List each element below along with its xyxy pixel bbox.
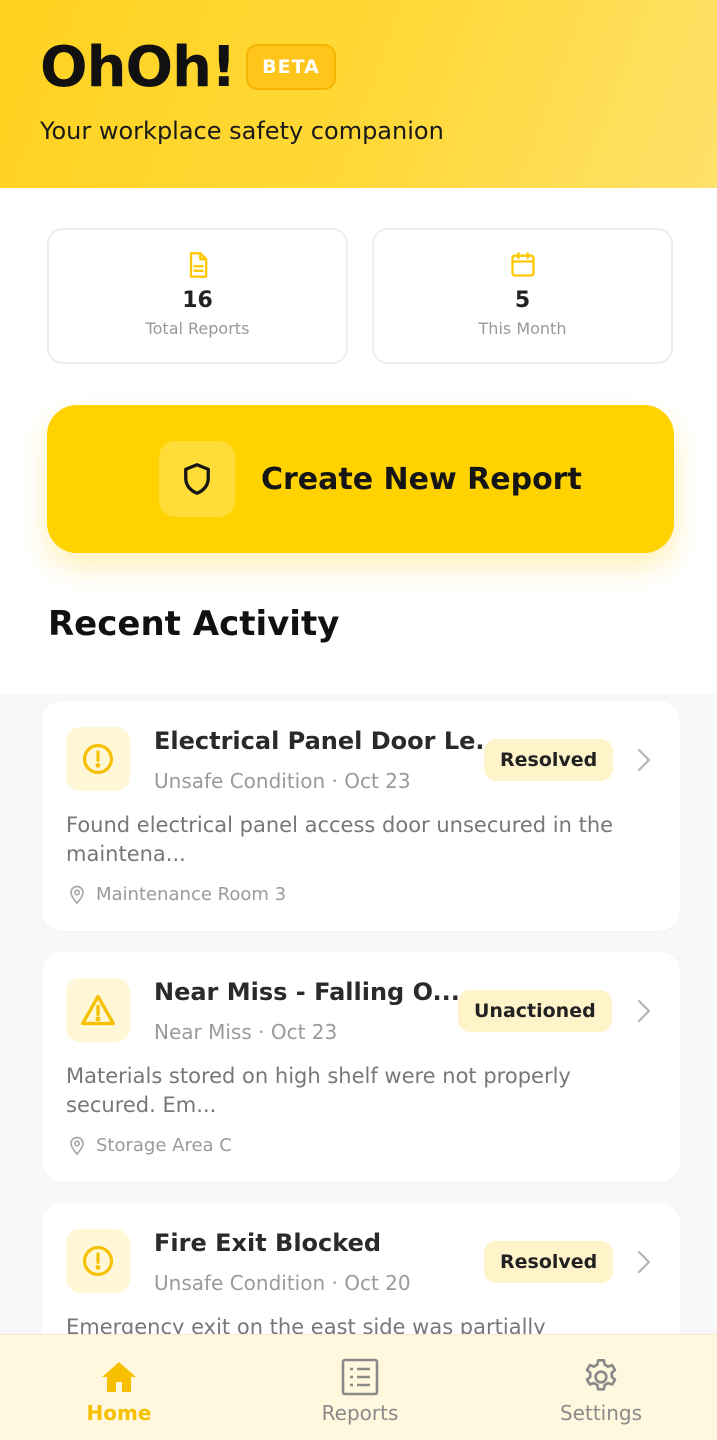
- alert-circle-icon: [82, 1245, 114, 1277]
- nav-label: Settings: [559, 1401, 643, 1425]
- stat-card-this-month[interactable]: 5 This Month: [372, 228, 673, 364]
- location-pin-icon: [70, 1136, 84, 1156]
- activity-title: Fire Exit Blocked: [154, 1229, 382, 1257]
- stat-label: Total Reports: [145, 319, 250, 338]
- beta-badge: BETA: [246, 44, 336, 90]
- alert-circle-icon: [82, 743, 114, 775]
- recent-activity-title: Recent Activity: [48, 604, 340, 644]
- shield-icon: [184, 463, 210, 495]
- type-icon-box: [66, 727, 130, 791]
- list-icon: [341, 1358, 379, 1396]
- home-icon: [102, 1362, 136, 1392]
- chevron-right-icon: [637, 999, 651, 1023]
- app-header: OhOh! BETA Your workplace safety compani…: [0, 0, 717, 188]
- location-text: Storage Area C: [96, 1134, 232, 1156]
- stat-card-total-reports[interactable]: 16 Total Reports: [47, 228, 348, 364]
- gear-icon: [585, 1359, 617, 1391]
- create-icon-box: [159, 441, 235, 517]
- location-pin-icon: [70, 885, 84, 905]
- status-badge: Unactioned: [458, 990, 612, 1032]
- warning-triangle-icon: [81, 994, 115, 1026]
- activity-meta: Unsafe Condition · Oct 23: [154, 769, 411, 793]
- create-button-label: Create New Report: [261, 461, 582, 497]
- bottom-nav: Home Reports Settings: [0, 1334, 717, 1440]
- nav-home[interactable]: Home: [19, 1335, 219, 1440]
- nav-label: Home: [86, 1401, 152, 1425]
- status-badge: Resolved: [484, 1241, 614, 1283]
- activity-card[interactable]: Electrical Panel Door Le... Unsafe Condi…: [42, 701, 680, 931]
- calendar-icon: [510, 252, 535, 277]
- chevron-right-icon: [637, 748, 651, 772]
- app-title: OhOh!: [40, 35, 236, 100]
- activity-title: Near Miss - Falling O...: [154, 978, 460, 1006]
- app-subtitle: Your workplace safety companion: [40, 117, 444, 145]
- activity-description: Materials stored on high shelf were not …: [66, 1064, 571, 1117]
- type-icon-box: [66, 1229, 130, 1293]
- activity-title: Electrical Panel Door Le...: [154, 727, 503, 755]
- nav-settings[interactable]: Settings: [501, 1335, 701, 1440]
- activity-card[interactable]: Near Miss - Falling O... Near Miss · Oct…: [42, 952, 680, 1182]
- create-new-report-button[interactable]: Create New Report: [47, 405, 674, 553]
- type-icon-box: [66, 978, 130, 1042]
- nav-label: Reports: [321, 1401, 399, 1425]
- nav-reports[interactable]: Reports: [260, 1335, 460, 1440]
- activity-meta: Unsafe Condition · Oct 20: [154, 1271, 411, 1295]
- activity-location: Maintenance Room 3: [68, 883, 286, 905]
- document-icon: [189, 252, 207, 278]
- activity-location: Storage Area C: [68, 1134, 232, 1156]
- stat-value: 5: [514, 288, 531, 313]
- status-badge: Resolved: [484, 739, 614, 781]
- activity-meta: Near Miss · Oct 23: [154, 1020, 338, 1044]
- stat-value: 16: [182, 288, 213, 313]
- chevron-right-icon: [637, 1250, 651, 1274]
- stat-label: This Month: [478, 319, 567, 338]
- activity-description: Found electrical panel access door unsec…: [66, 813, 614, 866]
- location-text: Maintenance Room 3: [96, 883, 287, 905]
